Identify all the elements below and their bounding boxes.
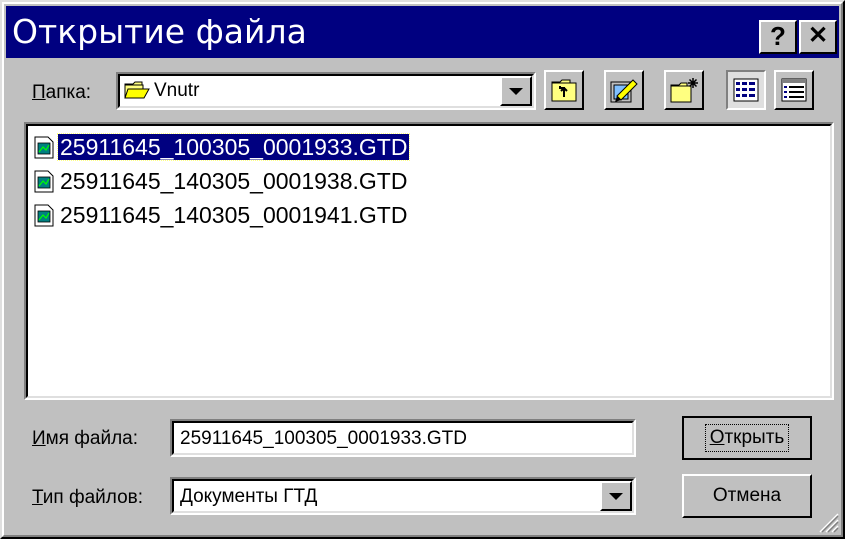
file-item[interactable]: 25911645_100305_0001933.GTD	[34, 132, 411, 162]
current-folder: Vnutr	[154, 80, 200, 101]
details-view-button[interactable]	[774, 70, 814, 110]
up-one-level-button[interactable]	[544, 70, 584, 110]
file-name: 25911645_140305_0001941.GTD	[60, 202, 408, 228]
open-button-label: Открыть	[704, 424, 790, 452]
folder-icon	[124, 80, 150, 100]
open-file-dialog: Открытие файла ? ✕ Папка: Vnutr 25911645…	[0, 0, 845, 539]
desktop-button[interactable]	[604, 70, 644, 110]
up-one-level-icon	[551, 79, 577, 102]
resize-grip-icon[interactable]	[817, 511, 839, 533]
folder-label: Папка:	[32, 82, 92, 103]
details-view-icon	[781, 78, 807, 102]
chevron-down-icon	[509, 87, 523, 95]
help-button[interactable]: ?	[759, 20, 797, 54]
file-item[interactable]: 25911645_140305_0001941.GTD	[34, 200, 409, 230]
gtd-file-icon	[34, 204, 54, 227]
filetype-dropdown-button[interactable]	[600, 481, 632, 511]
window-title: Открытие файла	[12, 12, 307, 51]
cancel-button[interactable]: Отмена	[682, 474, 812, 518]
file-name: 25911645_100305_0001933.GTD	[56, 133, 411, 161]
filetype-label: Тип файлов:	[32, 487, 144, 508]
folder-combobox[interactable]: Vnutr	[116, 72, 536, 110]
filetype-value: Документы ГТД	[180, 486, 318, 507]
chevron-down-icon	[609, 492, 623, 500]
open-button[interactable]: Открыть	[682, 416, 812, 460]
filetype-select[interactable]: Документы ГТД	[170, 477, 636, 515]
folder-dropdown-button[interactable]	[500, 76, 532, 106]
desktop-icon	[610, 79, 638, 103]
gtd-file-icon	[34, 136, 54, 159]
list-view-icon	[733, 78, 759, 102]
gtd-file-icon	[34, 170, 54, 193]
file-list[interactable]: 25911645_100305_0001933.GTD 25911645_1403…	[24, 122, 834, 400]
filename-input[interactable]: 25911645_100305_0001933.GTD	[170, 419, 636, 457]
list-view-button[interactable]	[726, 70, 766, 110]
file-name: 25911645_140305_0001938.GTD	[60, 168, 408, 194]
filename-label: Имя файла:	[32, 428, 139, 449]
new-folder-button[interactable]	[664, 70, 704, 110]
new-folder-icon	[670, 78, 698, 103]
file-item[interactable]: 25911645_140305_0001938.GTD	[34, 166, 409, 196]
title-bar[interactable]: Открытие файла ? ✕	[6, 6, 839, 58]
filename-value: 25911645_100305_0001933.GTD	[180, 428, 468, 449]
close-button[interactable]: ✕	[799, 20, 837, 54]
